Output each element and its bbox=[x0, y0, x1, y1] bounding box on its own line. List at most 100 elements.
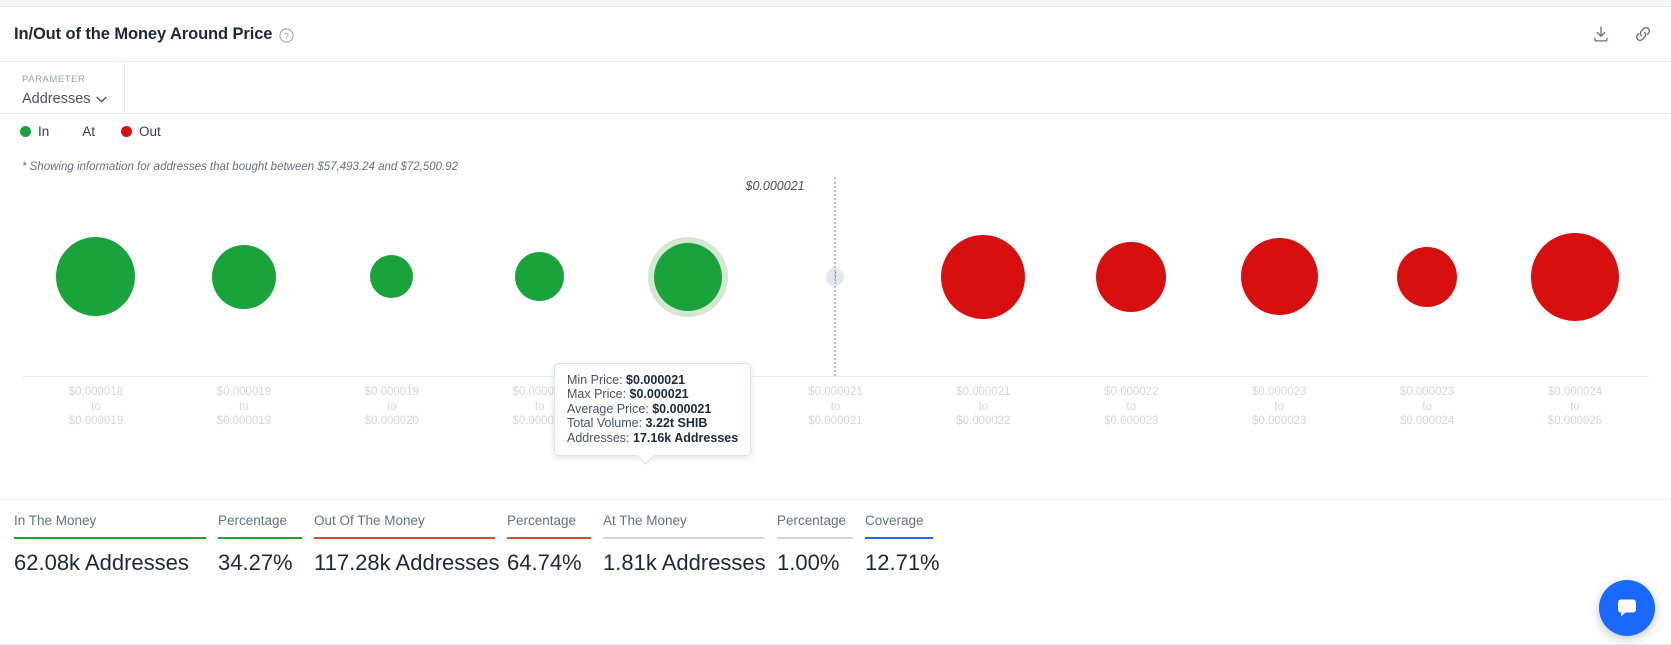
tooltip-row: Total Volume: 3.22t SHIB bbox=[567, 416, 738, 430]
legend-dot-out-icon bbox=[121, 126, 132, 137]
x-axis-label-line: $0.000021 bbox=[762, 385, 910, 400]
x-axis-label-line: $0.000022 bbox=[909, 414, 1057, 429]
tooltip-row: Max Price: $0.000021 bbox=[567, 387, 738, 401]
bubble-in[interactable] bbox=[212, 245, 276, 309]
chat-bubble-icon[interactable] bbox=[1599, 580, 1655, 636]
stat-at-the-money: At The Money1.81k Addresses bbox=[603, 512, 777, 578]
legend-dot-in-icon bbox=[20, 126, 31, 137]
x-axis-label-line: $0.000024 bbox=[1353, 414, 1501, 429]
bubble-slot bbox=[1501, 177, 1649, 376]
bubble-row: $0.000021⋮ bbox=[22, 177, 1649, 376]
x-axis-label-line: $0.000021 bbox=[762, 414, 910, 429]
header-actions bbox=[1591, 24, 1653, 44]
x-axis-label: $0.000019to$0.000019 bbox=[170, 385, 318, 429]
legend-label: At bbox=[82, 124, 95, 139]
stat-label: In The Money bbox=[14, 512, 206, 537]
x-axis-label-line: to bbox=[909, 400, 1057, 415]
svg-text:?: ? bbox=[285, 30, 290, 40]
tooltip-row: Average Price: $0.000021 bbox=[567, 402, 738, 416]
tooltip-row-value: $0.000021 bbox=[626, 373, 685, 387]
legend-item-in[interactable]: In bbox=[20, 124, 49, 139]
legend-label: In bbox=[38, 124, 49, 139]
x-axis-label-line: to bbox=[170, 400, 318, 415]
x-axis-label: $0.000021to$0.000022 bbox=[909, 385, 1057, 429]
x-axis-label: $0.000019to$0.000020 bbox=[318, 385, 466, 429]
legend-item-at[interactable]: At bbox=[75, 124, 95, 139]
x-axis-label-line: to bbox=[1353, 400, 1501, 415]
x-axis-label-line: $0.000019 bbox=[318, 385, 466, 400]
download-icon[interactable] bbox=[1591, 24, 1611, 44]
current-price-divider bbox=[834, 177, 836, 376]
tooltip-row-label: Min Price: bbox=[567, 373, 626, 387]
legend-item-out[interactable]: Out bbox=[121, 124, 161, 139]
bubble-out[interactable] bbox=[1531, 233, 1619, 321]
x-axis-label-line: $0.000018 bbox=[22, 385, 170, 400]
x-axis-label-line: $0.000023 bbox=[1205, 385, 1353, 400]
x-axis-label-line: $0.000019 bbox=[22, 414, 170, 429]
stats-row: In The Money62.08k Addresses Percentage 34… bbox=[14, 512, 945, 578]
stat-coverage: Coverage12.71% bbox=[865, 512, 945, 578]
x-axis-label-line: $0.000023 bbox=[1353, 385, 1501, 400]
bubble-in[interactable] bbox=[654, 243, 722, 311]
x-axis-label-line: $0.000020 bbox=[318, 414, 466, 429]
bubble-out[interactable] bbox=[1096, 242, 1166, 312]
stat-value: 1.00% bbox=[777, 539, 853, 578]
stat-value: 117.28k Addresses bbox=[314, 539, 495, 578]
bubble-slot bbox=[1353, 177, 1501, 376]
x-axis-label-line: to bbox=[1057, 400, 1205, 415]
x-axis-label: $0.000024to$0.000025 bbox=[1501, 385, 1649, 429]
page-title: In/Out of the Money Around Price bbox=[14, 25, 272, 44]
stat-out-of-the-money: Out Of The Money117.28k Addresses bbox=[314, 512, 507, 578]
x-axis-label-line: to bbox=[22, 400, 170, 415]
stat-value: 62.08k Addresses bbox=[14, 539, 206, 578]
bubble-slot bbox=[318, 177, 466, 376]
stat-value: 64.74% bbox=[507, 539, 591, 578]
bubble-out[interactable] bbox=[1397, 247, 1457, 307]
stat-label: Coverage bbox=[865, 512, 933, 537]
x-axis-label-line: $0.000023 bbox=[1205, 414, 1353, 429]
parameter-value[interactable]: Addresses bbox=[22, 89, 124, 109]
x-axis-label-line: $0.000025 bbox=[1501, 414, 1649, 429]
stats-divider bbox=[0, 499, 1671, 500]
stat-value: 34.27% bbox=[218, 539, 302, 578]
x-axis-label: $0.000023to$0.000024 bbox=[1353, 385, 1501, 429]
tooltip-row-value: $0.000021 bbox=[630, 387, 689, 401]
x-axis-label-line: to bbox=[762, 400, 910, 415]
bubble-slot bbox=[170, 177, 318, 376]
current-price-label: $0.000021 bbox=[746, 179, 805, 193]
bubble-out[interactable] bbox=[1241, 238, 1318, 315]
bubble-tooltip: Min Price: $0.000021Max Price: $0.000021… bbox=[554, 363, 751, 456]
chart-footnote: * Showing information for addresses that… bbox=[0, 149, 1671, 173]
question-circle-icon[interactable]: ? bbox=[279, 28, 294, 43]
x-axis-label: $0.000023to$0.000023 bbox=[1205, 385, 1353, 429]
tooltip-row-label: Max Price: bbox=[567, 387, 630, 401]
stat-percentage: Percentage1.00% bbox=[777, 512, 865, 578]
parameter-select[interactable]: PARAMETER Addresses bbox=[0, 62, 125, 113]
tooltip-row-label: Total Volume: bbox=[567, 416, 646, 430]
stat-label: Percentage bbox=[777, 512, 853, 537]
bubble-slot bbox=[909, 177, 1057, 376]
parameter-value-text: Addresses bbox=[22, 89, 91, 109]
link-icon[interactable] bbox=[1633, 24, 1653, 44]
stat-value: 12.71% bbox=[865, 539, 933, 578]
stat-in-the-money: In The Money62.08k Addresses bbox=[14, 512, 218, 578]
bubble-in[interactable] bbox=[515, 252, 564, 301]
chart-card: In/Out of the Money Around Price ? bbox=[0, 6, 1671, 645]
tooltip-row-label: Addresses: bbox=[567, 431, 633, 445]
bubble-out[interactable] bbox=[941, 235, 1025, 319]
bubble-slot bbox=[1205, 177, 1353, 376]
parameter-bar: PARAMETER Addresses bbox=[0, 62, 1671, 114]
legend-label: Out bbox=[139, 124, 161, 139]
tooltip-row: Addresses: 17.16k Addresses bbox=[567, 431, 738, 445]
bubble-slot bbox=[614, 177, 762, 376]
tooltip-row: Min Price: $0.000021 bbox=[567, 373, 738, 387]
bubble-slot: $0.000021⋮ bbox=[762, 177, 910, 376]
bubble-in[interactable] bbox=[370, 255, 413, 298]
x-axis-label-line: $0.000024 bbox=[1501, 385, 1649, 400]
stat-value: 1.81k Addresses bbox=[603, 539, 765, 578]
bubble-in[interactable] bbox=[56, 237, 135, 316]
bubble-plot: $0.000021⋮ $0.000018to$0.000019$0.000019… bbox=[0, 177, 1671, 459]
x-axis-label-line: $0.000022 bbox=[1057, 385, 1205, 400]
x-axis-label: $0.000022to$0.000023 bbox=[1057, 385, 1205, 429]
x-axis-label-line: to bbox=[1501, 400, 1649, 415]
